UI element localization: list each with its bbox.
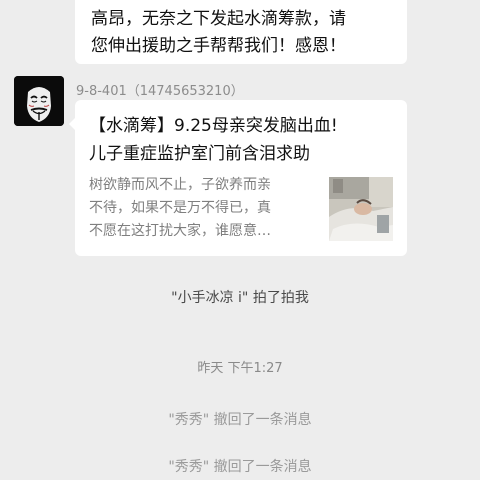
recall-notice: "秀秀" 撤回了一条消息 — [168, 459, 312, 475]
pat-notice: "小手冰凉 i" 拍了拍我 — [171, 290, 309, 306]
message-text-line: 您伸出援助之手帮帮我们！感恩！ — [91, 36, 346, 56]
card-title-line: 儿子重症监护室门前含泪求助 — [89, 144, 310, 164]
card-desc-line: 不待，如果不是万不得已，真 — [89, 200, 271, 216]
card-desc-line: 不愿在这打扰大家，谁愿意… — [89, 223, 271, 239]
link-card-message[interactable]: 【水滴筹】9.25母亲突发脑出血! 儿子重症监护室门前含泪求助 树欲静而风不止，… — [69, 100, 407, 256]
timestamp: 昨天 下午1:27 — [197, 361, 283, 376]
card-title-line: 【水滴筹】9.25母亲突发脑出血! — [89, 116, 338, 136]
card-description: 树欲静而风不止，子欲养而亲 不待，如果不是万不得已，真 不愿在这打扰大家，谁愿意… — [89, 174, 319, 243]
card-title: 【水滴筹】9.25母亲突发脑出血! 儿子重症监护室门前含泪求助 — [89, 112, 399, 168]
recall-notice: "秀秀" 撤回了一条消息 — [168, 412, 312, 428]
sender-name: 9-8-401（14745653210） — [76, 84, 244, 99]
message-text-line: 高昂，无奈之下发起水滴筹款，请 — [91, 9, 346, 29]
avatar[interactable] — [14, 76, 64, 126]
previous-message-bubble[interactable]: 高昂，无奈之下发起水滴筹款，请 您伸出援助之手帮帮我们！感恩！ — [75, 0, 407, 64]
card-desc-line: 树欲静而风不止，子欲养而亲 — [89, 177, 271, 193]
anonymous-mask-icon — [14, 76, 64, 126]
chat-area: 高昂，无奈之下发起水滴筹款，请 您伸出援助之手帮帮我们！感恩！ 9-8-401（… — [0, 0, 480, 480]
card-thumbnail — [329, 177, 393, 241]
